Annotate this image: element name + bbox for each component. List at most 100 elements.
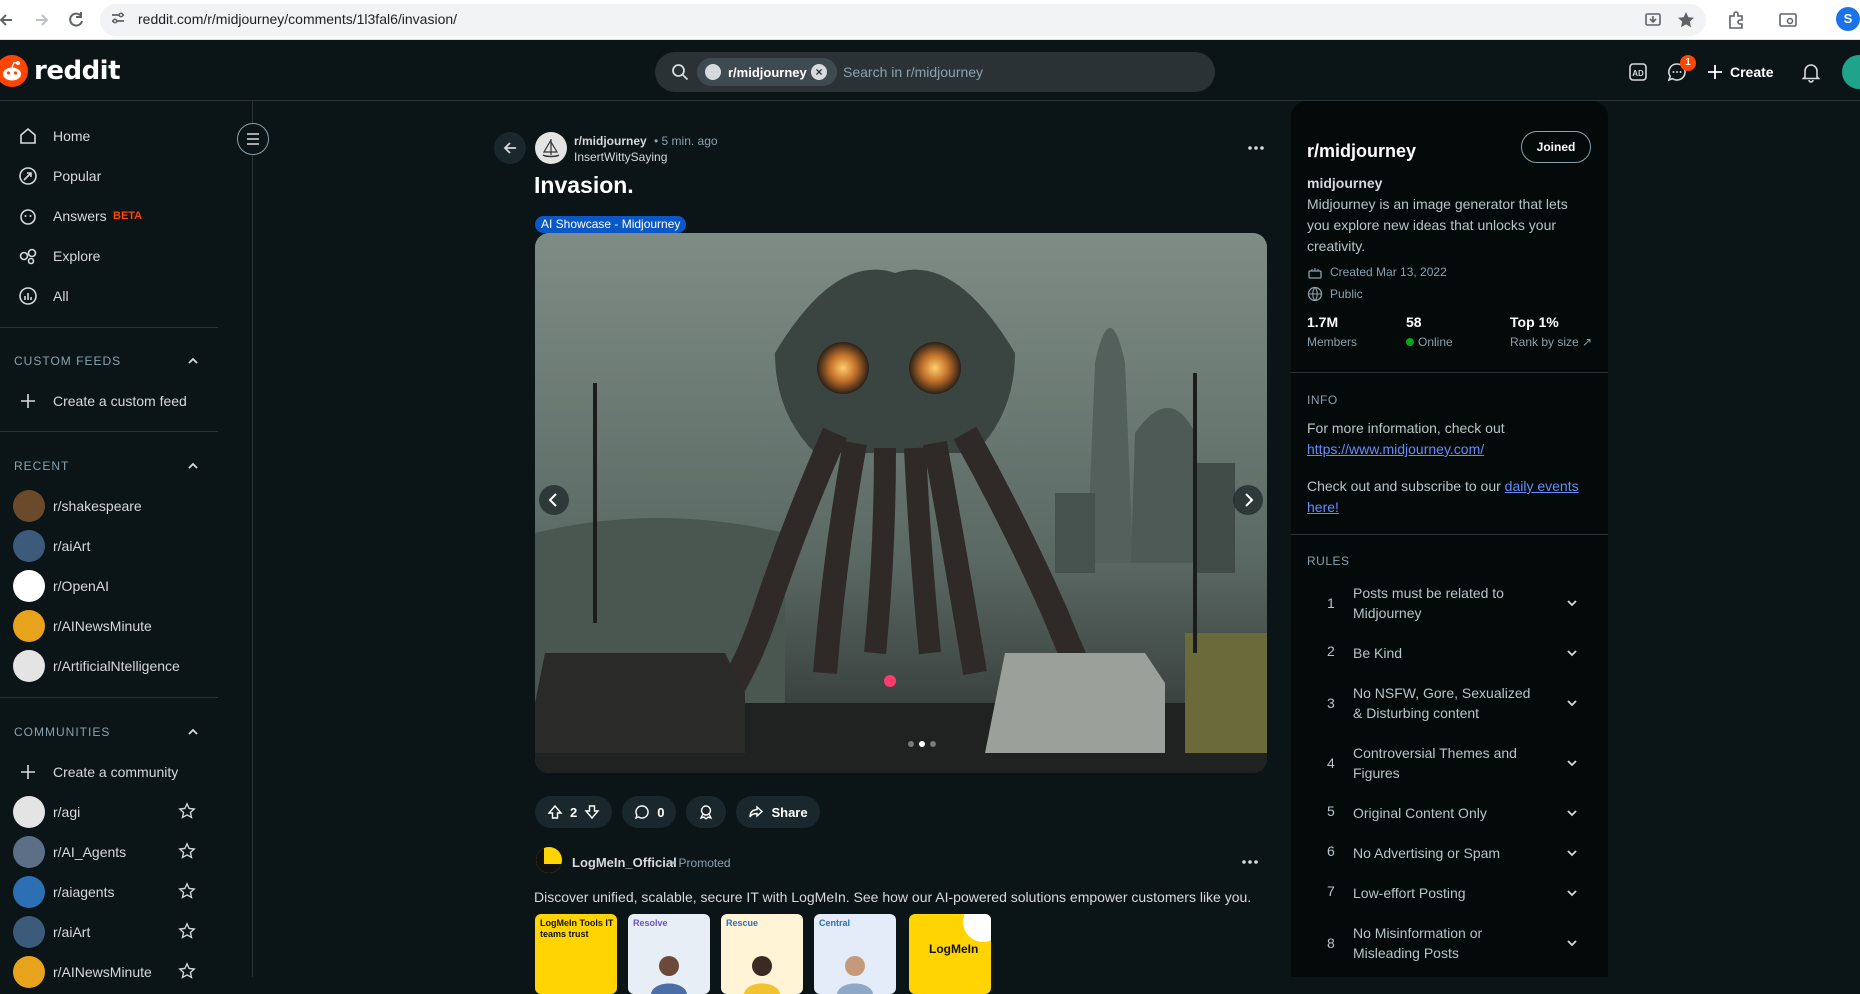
chevron-down-icon[interactable] [1564, 805, 1580, 821]
forward-arrow-icon[interactable] [32, 10, 52, 30]
create-button[interactable]: Create [1706, 58, 1774, 86]
sidebar-toggle-button[interactable] [237, 123, 269, 155]
rule-item[interactable]: 5 Original Content Only [1307, 803, 1592, 823]
url-text[interactable]: reddit.com/r/midjourney/comments/1l3fal6… [138, 11, 457, 27]
chevron-down-icon[interactable] [1564, 755, 1580, 771]
nav-home[interactable]: Home [0, 116, 218, 156]
create-community-label: Create a community [53, 764, 179, 780]
back-arrow-icon[interactable] [0, 10, 16, 30]
search-input[interactable]: Search in r/midjourney [843, 64, 983, 80]
ad-thumbnail[interactable]: LogMeIn Tools IT teams trust [535, 914, 617, 994]
star-icon[interactable] [178, 962, 196, 980]
nav-all[interactable]: All [0, 276, 218, 316]
advertiser-avatar[interactable] [536, 847, 562, 873]
carousel-dot-active[interactable] [919, 741, 925, 747]
carousel-dot[interactable] [930, 741, 936, 747]
chevron-down-icon[interactable] [1564, 645, 1580, 661]
more-options-icon[interactable] [1238, 850, 1262, 874]
install-app-icon[interactable] [1643, 10, 1663, 30]
search-scope-chip[interactable]: r/midjourney × [697, 58, 837, 86]
ad-thumbnail[interactable]: Rescue [721, 914, 803, 994]
downvote-icon[interactable] [584, 804, 600, 820]
ad-body-text[interactable]: Discover unified, scalable, secure IT wi… [534, 889, 1251, 905]
rule-item[interactable]: 4 Controversial Themes and Figures [1307, 743, 1592, 783]
post-flair[interactable]: AI Showcase - Midjourney [535, 216, 687, 233]
chevron-down-icon[interactable] [1564, 845, 1580, 861]
divider [1291, 372, 1608, 373]
reddit-logo[interactable]: reddit [0, 54, 121, 88]
rule-item[interactable]: 8 No Misinformation or Misleading Posts [1307, 923, 1592, 963]
comments-button[interactable]: 0 [622, 796, 677, 828]
more-options-icon[interactable] [1244, 136, 1268, 160]
communities-heading[interactable]: COMMUNITIES [14, 725, 110, 739]
profile-avatar[interactable]: S [1836, 7, 1860, 31]
community-title[interactable]: r/midjourney [1307, 141, 1416, 162]
recent-heading[interactable]: RECENT [14, 459, 69, 473]
ad-thumb-text: Resolve [633, 918, 668, 928]
nav-answers[interactable]: Answers BETA [0, 196, 218, 236]
rule-item[interactable]: 2 Be Kind [1307, 643, 1592, 663]
star-icon[interactable] [178, 842, 196, 860]
rule-item[interactable]: 3 No NSFW, Gore, Sexualized & Disturbing… [1307, 683, 1592, 723]
star-icon[interactable] [178, 882, 196, 900]
create-community[interactable]: Create a community [0, 752, 218, 792]
rule-item[interactable]: 1 Posts must be related to Midjourney [1307, 583, 1592, 623]
star-icon[interactable] [178, 802, 196, 820]
chevron-down-icon[interactable] [1564, 885, 1580, 901]
community-item[interactable]: r/AINewsMinute [0, 951, 218, 991]
chevron-up-icon[interactable] [186, 459, 200, 473]
user-avatar[interactable] [1842, 55, 1860, 89]
ad-thumbnail[interactable]: LogMeIn [909, 914, 991, 994]
advertise-icon[interactable]: AD [1627, 61, 1649, 83]
tab-search-icon[interactable] [1778, 10, 1798, 30]
advertiser-name[interactable]: LogMeIn_Official [572, 855, 677, 870]
recent-item[interactable]: r/ArtificialNtelligence [0, 645, 218, 685]
custom-feeds-heading[interactable]: CUSTOM FEEDS [14, 354, 121, 368]
extensions-icon[interactable] [1726, 10, 1746, 30]
chevron-down-icon[interactable] [1564, 935, 1580, 951]
chevron-down-icon[interactable] [1564, 695, 1580, 711]
ad-thumbnail[interactable]: Central [814, 914, 896, 994]
community-item[interactable]: r/AI_Agents [0, 831, 218, 871]
post-author-link[interactable]: InsertWittySaying [574, 150, 667, 164]
rule-number: 3 [1327, 695, 1335, 711]
create-custom-feed[interactable]: Create a custom feed [0, 381, 218, 421]
subreddit-avatar[interactable] [535, 132, 567, 164]
post-title[interactable]: Invasion. [534, 172, 634, 199]
chevron-up-icon[interactable] [186, 725, 200, 739]
share-button[interactable]: Share [736, 796, 820, 828]
award-button[interactable] [686, 796, 727, 828]
community-item[interactable]: r/aiagents [0, 871, 218, 911]
star-icon[interactable] [178, 922, 196, 940]
close-icon[interactable]: × [811, 64, 827, 80]
carousel-dot[interactable] [908, 741, 914, 747]
rule-item[interactable]: 7 Low-effort Posting [1307, 883, 1592, 903]
carousel-next-button[interactable] [1233, 485, 1263, 515]
nav-explore[interactable]: Explore [0, 236, 218, 276]
recent-item[interactable]: r/shakespeare [0, 485, 218, 525]
search-bar[interactable]: r/midjourney × Search in r/midjourney [655, 52, 1215, 92]
bookmark-star-icon[interactable] [1676, 10, 1696, 30]
website-link[interactable]: https://www.midjourney.com/ [1307, 441, 1484, 457]
bell-icon[interactable] [1800, 61, 1822, 83]
reload-icon[interactable] [66, 10, 86, 30]
recent-item[interactable]: r/OpenAI [0, 565, 218, 605]
post-image-carousel[interactable] [535, 233, 1267, 773]
rank-label-wrap[interactable]: Rank by size ↗ [1510, 335, 1592, 349]
community-item[interactable]: r/aiArt [0, 911, 218, 951]
rule-item[interactable]: 6 No Advertising or Spam [1307, 843, 1592, 863]
chevron-down-icon[interactable] [1564, 595, 1580, 611]
back-button[interactable] [494, 132, 526, 164]
recent-item[interactable]: r/aiArt [0, 525, 218, 565]
recent-item[interactable]: r/AINewsMinute [0, 605, 218, 645]
post-subreddit-link[interactable]: r/midjourney [574, 134, 647, 148]
ad-thumbnail[interactable]: Resolve [628, 914, 710, 994]
community-item[interactable]: r/agi [0, 791, 218, 831]
nav-popular[interactable]: Popular [0, 156, 218, 196]
upvote-icon[interactable] [547, 804, 563, 820]
site-info-icon[interactable] [110, 10, 126, 26]
plus-icon [1706, 63, 1724, 81]
chevron-up-icon[interactable] [186, 354, 200, 368]
carousel-prev-button[interactable] [539, 485, 569, 515]
joined-button[interactable]: Joined [1521, 131, 1591, 163]
